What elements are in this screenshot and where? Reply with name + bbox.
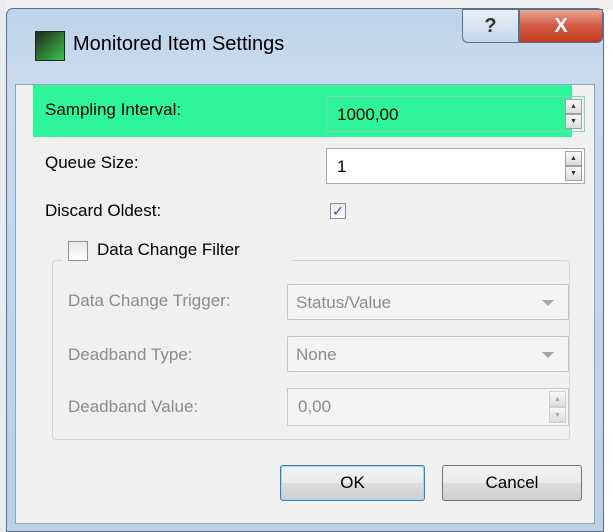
ok-button[interactable]: OK bbox=[280, 465, 425, 501]
chevron-down-icon bbox=[542, 300, 554, 306]
sampling-interval-spinbox[interactable]: 1000,00 ▲ ▼ bbox=[326, 96, 585, 132]
deadband-value-value: 0,00 bbox=[298, 397, 332, 416]
spin-up-icon[interactable]: ▲ bbox=[549, 391, 566, 407]
deadband-value-label: Deadband Value: bbox=[68, 397, 199, 416]
data-change-filter-checkbox[interactable] bbox=[68, 241, 88, 261]
discard-oldest-checkbox[interactable]: ✓ bbox=[330, 203, 346, 219]
spin-up-icon[interactable]: ▲ bbox=[565, 151, 582, 166]
spin-down-icon[interactable]: ▼ bbox=[565, 166, 582, 181]
spin-down-icon[interactable]: ▼ bbox=[549, 407, 566, 423]
close-button[interactable]: X bbox=[519, 9, 603, 43]
discard-oldest-label: Discard Oldest: bbox=[45, 201, 162, 220]
app-icon bbox=[35, 31, 65, 61]
queue-size-spinbox[interactable]: 1 ▲ ▼ bbox=[326, 148, 585, 184]
sampling-interval-value: 1000,00 bbox=[337, 105, 399, 124]
chevron-down-icon bbox=[542, 352, 554, 358]
help-icon: ? bbox=[484, 14, 497, 37]
dialog-title: Monitored Item Settings bbox=[73, 33, 285, 55]
deadband-type-select[interactable]: None bbox=[287, 336, 569, 372]
help-button[interactable]: ? bbox=[462, 9, 519, 43]
data-change-filter-title: Data Change Filter bbox=[97, 240, 240, 259]
queue-size-label: Queue Size: bbox=[45, 153, 139, 172]
deadband-type-label: Deadband Type: bbox=[68, 345, 193, 364]
title-bar[interactable]: Monitored Item Settings ? X bbox=[7, 9, 603, 84]
spin-down-icon[interactable]: ▼ bbox=[565, 114, 582, 129]
spin-up-icon[interactable]: ▲ bbox=[565, 99, 582, 114]
data-change-trigger-select[interactable]: Status/Value bbox=[287, 284, 569, 320]
queue-size-value: 1 bbox=[337, 157, 347, 176]
cancel-button[interactable]: Cancel bbox=[442, 465, 582, 501]
deadband-value-spinbox[interactable]: 0,00 ▲ ▼ bbox=[287, 388, 569, 426]
close-icon: X bbox=[554, 14, 568, 37]
sampling-interval-label: Sampling Interval: bbox=[45, 100, 182, 119]
deadband-type-value: None bbox=[296, 345, 337, 364]
data-change-trigger-label: Data Change Trigger: bbox=[68, 291, 231, 310]
checkmark-icon: ✓ bbox=[332, 202, 344, 219]
data-change-trigger-value: Status/Value bbox=[296, 293, 392, 312]
